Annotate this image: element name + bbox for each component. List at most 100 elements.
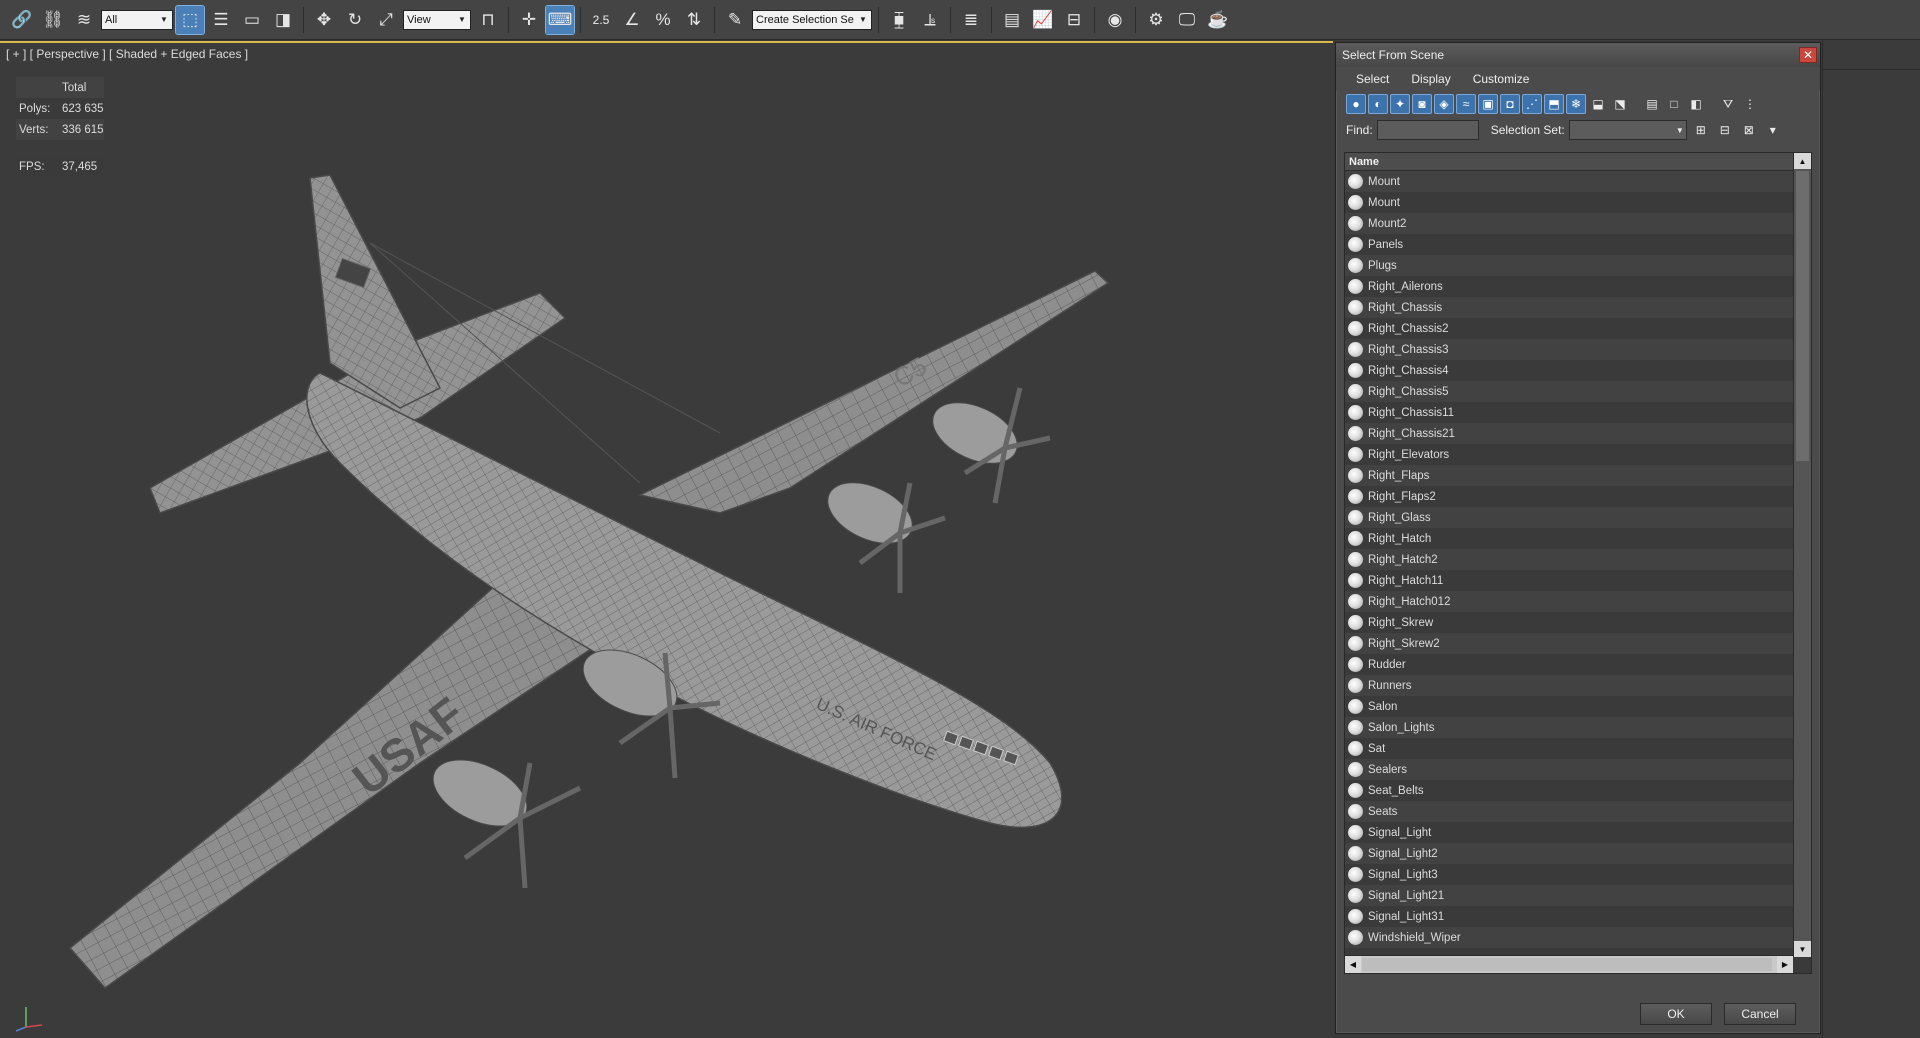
display-lights-icon[interactable]: ✦ (1390, 94, 1410, 114)
display-groups-icon[interactable]: ▣ (1478, 94, 1498, 114)
rotate-icon[interactable]: ↻ (341, 6, 369, 34)
list-item[interactable]: Signal_Light2 (1345, 843, 1793, 864)
display-all-icon[interactable]: ⬔ (1610, 94, 1630, 114)
display-geometry-icon[interactable]: ● (1346, 94, 1366, 114)
list-item[interactable]: Windshield_Wiper (1345, 927, 1793, 948)
list-item[interactable]: Panels (1345, 234, 1793, 255)
dialog-options-icon[interactable]: ▾ (1763, 120, 1783, 140)
list-item[interactable]: Right_Flaps2 (1345, 486, 1793, 507)
rendered-frame-window-icon[interactable]: 🖵 (1173, 6, 1201, 34)
list-item[interactable]: Right_Chassis2 (1345, 318, 1793, 339)
display-shapes-icon[interactable]: ◐ (1368, 94, 1388, 114)
display-frozen-icon[interactable]: ❄ (1566, 94, 1586, 114)
list-item[interactable]: Sat (1345, 738, 1793, 759)
layer-manager-icon[interactable]: ≣ (957, 6, 985, 34)
list-item[interactable]: Right_Hatch2 (1345, 549, 1793, 570)
ok-button[interactable]: OK (1640, 1003, 1712, 1025)
list-item[interactable]: Mount2 (1345, 213, 1793, 234)
graphite-tools-icon[interactable]: ▤ (998, 6, 1026, 34)
named-selection-sets-dropdown[interactable]: Create Selection Se ▼ (752, 9, 872, 30)
list-item[interactable]: Right_Elevators (1345, 444, 1793, 465)
scale-icon[interactable]: ⤢ (372, 6, 400, 34)
select-all-icon[interactable]: ▤ (1642, 94, 1662, 114)
snaps-toggle-icon[interactable]: 2.5 (587, 6, 615, 34)
display-bones-icon[interactable]: ⋰ (1522, 94, 1542, 114)
list-item[interactable]: Plugs (1345, 255, 1793, 276)
curve-editor-icon[interactable]: 📈 (1029, 6, 1057, 34)
horizontal-scrollbar[interactable]: ◀ ▶ (1345, 955, 1793, 973)
scroll-down-icon[interactable]: ▼ (1794, 941, 1811, 957)
display-hidden-icon[interactable]: ⬓ (1588, 94, 1608, 114)
filter-options-icon[interactable]: ⋮ (1740, 94, 1760, 114)
percent-snap-icon[interactable]: % (649, 6, 677, 34)
list-item[interactable]: Signal_Light3 (1345, 864, 1793, 885)
find-input[interactable] (1376, 120, 1479, 140)
scroll-left-icon[interactable]: ◀ (1345, 956, 1361, 973)
list-item[interactable]: Right_Chassis3 (1345, 339, 1793, 360)
display-space-warps-icon[interactable]: ≈ (1456, 94, 1476, 114)
select-by-name-icon[interactable]: ☰ (207, 6, 235, 34)
menu-customize[interactable]: Customize (1473, 72, 1530, 86)
pivot-center-icon[interactable]: ⊓ (474, 6, 502, 34)
list-item[interactable]: Runners (1345, 675, 1793, 696)
select-none-icon[interactable]: □ (1664, 94, 1684, 114)
mirror-icon[interactable]: ⧯ (885, 6, 913, 34)
list-item[interactable]: Right_Hatch (1345, 528, 1793, 549)
edit-named-selection-icon[interactable]: ✎ (721, 6, 749, 34)
list-item[interactable]: Right_Hatch012 (1345, 591, 1793, 612)
list-item[interactable]: Right_Chassis21 (1345, 423, 1793, 444)
list-item[interactable]: Signal_Light31 (1345, 906, 1793, 927)
viewport-label[interactable]: [ + ] [ Perspective ] [ Shaded + Edged F… (6, 47, 248, 61)
list-item[interactable]: Right_Skrew (1345, 612, 1793, 633)
align-icon[interactable]: ⫡ (916, 6, 944, 34)
selection-filter-dropdown[interactable]: All ▼ (101, 9, 173, 30)
list-item[interactable]: Right_Chassis (1345, 297, 1793, 318)
render-production-icon[interactable]: ☕ (1204, 6, 1232, 34)
dialog-title-bar[interactable]: Select From Scene ✕ (1336, 43, 1820, 67)
list-item[interactable]: Salon (1345, 696, 1793, 717)
list-item[interactable]: Rudder (1345, 654, 1793, 675)
render-setup-icon[interactable]: ⚙ (1142, 6, 1170, 34)
list-item[interactable]: Mount (1345, 171, 1793, 192)
name-column-header[interactable]: Name (1345, 153, 1811, 171)
list-item[interactable]: Seat_Belts (1345, 780, 1793, 801)
scroll-right-icon[interactable]: ▶ (1777, 956, 1793, 973)
vertical-scrollbar[interactable]: ▲ ▼ (1793, 153, 1811, 957)
close-icon[interactable]: ✕ (1799, 47, 1817, 63)
unlink-icon[interactable]: ⛓ (39, 6, 67, 34)
manipulate-icon[interactable]: ✛ (515, 6, 543, 34)
edit-selection-set-icon[interactable]: ⊟ (1715, 120, 1735, 140)
link-icon[interactable]: 🔗 (8, 6, 36, 34)
list-item[interactable]: Seats (1345, 801, 1793, 822)
perspective-viewport[interactable]: USAF U.S. AIR FORCE C5 [ + ] [ Perspecti… (0, 41, 1333, 1038)
filter-icon[interactable]: ⛛ (1718, 94, 1738, 114)
material-editor-icon[interactable]: ◉ (1101, 6, 1129, 34)
angle-snap-icon[interactable]: ∠ (618, 6, 646, 34)
horizontal-scroll-thumb[interactable] (1362, 958, 1772, 971)
selection-set-dropdown[interactable]: ▼ (1568, 120, 1687, 140)
display-containers-icon[interactable]: ⬒ (1544, 94, 1564, 114)
keyboard-shortcut-override-icon[interactable]: ⌨ (545, 4, 575, 35)
list-item[interactable]: Sealers (1345, 759, 1793, 780)
scroll-up-icon[interactable]: ▲ (1794, 153, 1811, 169)
schematic-view-icon[interactable]: ⊟ (1060, 6, 1088, 34)
list-item[interactable]: Right_Ailerons (1345, 276, 1793, 297)
menu-display[interactable]: Display (1411, 72, 1450, 86)
display-helpers-icon[interactable]: ◈ (1434, 94, 1454, 114)
list-item[interactable]: Right_Chassis4 (1345, 360, 1793, 381)
vertical-scroll-thumb[interactable] (1796, 171, 1809, 461)
reference-coordinate-dropdown[interactable]: View ▼ (403, 9, 471, 30)
create-selection-set-icon[interactable]: ⊞ (1691, 120, 1711, 140)
spinner-snap-icon[interactable]: ⇅ (680, 6, 708, 34)
display-cameras-icon[interactable]: ◙ (1412, 94, 1432, 114)
list-item[interactable]: Right_Chassis5 (1345, 381, 1793, 402)
list-item[interactable]: Signal_Light (1345, 822, 1793, 843)
list-item[interactable]: Right_Skrew2 (1345, 633, 1793, 654)
list-item[interactable]: Signal_Light21 (1345, 885, 1793, 906)
list-item[interactable]: Right_Glass (1345, 507, 1793, 528)
select-invert-icon[interactable]: ◧ (1686, 94, 1706, 114)
list-item[interactable]: Right_Flaps (1345, 465, 1793, 486)
window-crossing-icon[interactable]: ◨ (269, 6, 297, 34)
list-item[interactable]: Right_Chassis11 (1345, 402, 1793, 423)
move-icon[interactable]: ✥ (310, 6, 338, 34)
